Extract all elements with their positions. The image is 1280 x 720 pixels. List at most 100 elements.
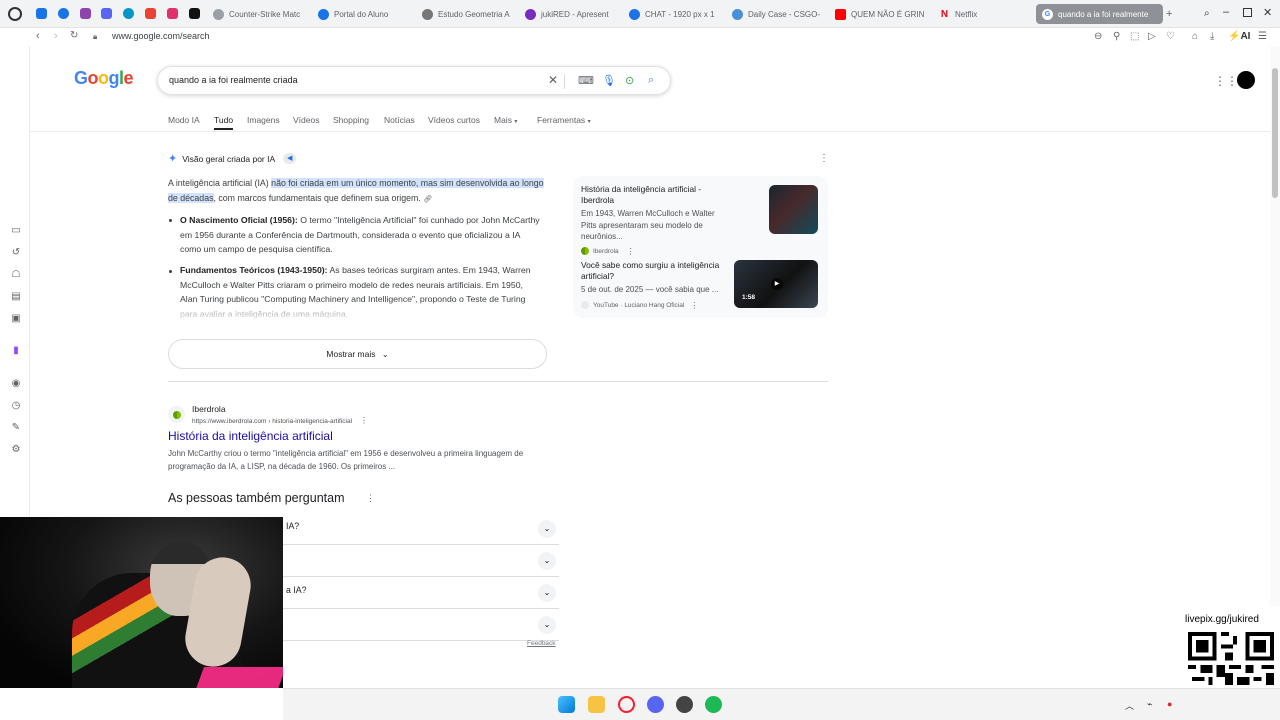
video-thumbnail[interactable]: ▶ 1:58 [734,260,818,308]
forward-icon[interactable]: › [54,30,58,42]
search-tabs-icon[interactable]: ⌕ [1204,8,1210,19]
file-explorer-icon[interactable] [588,696,605,713]
tray-network-icon[interactable]: ⌁ [1147,699,1152,710]
tab-tudo[interactable]: Tudo [214,115,233,125]
minimize-icon[interactable]: – [1223,6,1229,18]
chevron-down-icon: ⌄ [381,350,389,359]
maximize-icon[interactable] [1243,8,1252,17]
speaker-icon[interactable]: ◀ [283,153,297,164]
more-options-icon[interactable]: ⋮ [627,247,635,256]
clear-search-icon[interactable]: ✕ [548,73,558,87]
search-box[interactable]: quando a ia foi realmente criada ✕ ⌨ 🎙︎ … [157,66,671,95]
tab-videos[interactable]: Vídeos [293,115,319,125]
tab-modo-ia[interactable]: Modo IA [168,115,200,125]
tab-videos-curtos[interactable]: Vídeos curtos [428,115,480,125]
more-options-icon[interactable]: ⋮ [690,301,698,310]
history-icon[interactable]: ↺ [10,248,22,258]
bookmark-heart-icon[interactable]: ♡ [1166,31,1175,42]
browser-tab[interactable]: N Netflix [939,4,1031,24]
address-bar: ‹ › ↻ 🔒︎ www.google.com/search ⊖ ⚲ ⬚ ▷ ♡… [0,28,1280,46]
close-window-icon[interactable]: ✕ [1263,6,1272,19]
opera-menu-icon[interactable] [8,7,22,21]
pinned-tab-icon[interactable] [58,8,69,19]
player-icon[interactable]: ▷ [1148,31,1156,42]
browser-tab[interactable]: Counter-Strike Matc [213,4,305,24]
pinned-tab-icon[interactable] [167,8,178,19]
more-options-icon[interactable]: ⋮ [360,416,368,425]
source-card[interactable]: História da inteligência artificial - Ib… [581,184,731,256]
snapshot-icon[interactable]: ⬚ [1130,31,1139,42]
mail-icon[interactable]: ▤ [10,292,22,302]
pinned-tab-icon[interactable] [36,8,47,19]
windows-start-icon[interactable] [558,696,575,713]
search-icon[interactable]: ⌕ [648,74,654,87]
easy-setup-icon[interactable]: ☰ [1258,31,1267,42]
back-icon[interactable]: ‹ [36,30,40,42]
notion-icon[interactable]: ▣ [10,314,22,324]
feedback-link[interactable]: Feedback [527,640,556,647]
gaming-icon[interactable]: ▭ [10,226,22,236]
new-tab-icon[interactable]: + [1166,8,1172,20]
chevron-down-icon[interactable]: ⌄ [538,552,556,570]
tab-noticias[interactable]: Notícias [384,115,415,125]
browser-tab[interactable]: Estudo Geometria A [422,4,514,24]
tray-chevron-icon[interactable]: ︿ [1125,699,1134,712]
chevron-down-icon[interactable]: ⌄ [538,616,556,634]
result-url[interactable]: https://www.iberdrola.com › historia-int… [192,416,368,425]
github-taskbar-icon[interactable] [676,696,693,713]
google-logo[interactable]: Google [74,68,134,89]
wallet-icon[interactable]: ⌂ [1192,31,1198,42]
scroll-thumb[interactable] [1272,68,1278,198]
extensions-sidebar-icon[interactable]: ✎ [10,423,22,433]
tab-ferramentas[interactable]: Ferramentas ▾ [537,115,591,125]
pinned-tab-icon[interactable] [145,8,156,19]
discord-taskbar-icon[interactable] [647,696,664,713]
source-thumbnail[interactable] [769,185,818,234]
twitch-icon[interactable]: ▮ [10,346,22,356]
reload-icon[interactable]: ↻ [70,30,78,41]
pinned-tab-icon[interactable] [101,8,112,19]
browser-tab[interactable]: jukiRED - Apresent [525,4,617,24]
mic-icon[interactable]: 🎙︎ [602,74,616,87]
zoom-icon[interactable]: ⊖ [1094,31,1102,42]
video-duration: 1:58 [742,294,756,301]
result-site-name[interactable]: Iberdrola [192,404,226,414]
aria-ai-button[interactable]: ⚡AI [1228,31,1250,42]
play-icon[interactable]: ▶ [771,278,783,290]
browser-tab[interactable]: Daily Case - CSGO- [732,4,824,24]
page-scrollbar[interactable] [1270,46,1280,606]
browser-tab[interactable]: Portal do Aluno [318,4,410,24]
tab-mais[interactable]: Mais ▾ [494,115,517,125]
browser-tab[interactable]: QUEM NÃO É GRIN [835,4,927,24]
pinned-tab-icon[interactable] [80,8,91,19]
extension-icon[interactable]: ⚲ [1113,31,1120,42]
tab-shopping[interactable]: Shopping [333,115,369,125]
keyboard-icon[interactable]: ⌨ [578,74,594,87]
browser-tab[interactable]: CHAT - 1920 px x 1 [629,4,721,24]
clock-icon[interactable]: ◷ [10,401,22,411]
tab-favicon-icon [213,8,224,20]
player-sidebar-icon[interactable]: ◉ [10,379,22,389]
avatar[interactable] [1237,71,1255,89]
show-more-button[interactable]: Mostrar mais ⌄ [168,339,547,369]
pinned-tab-icon[interactable] [123,8,134,19]
tab-imagens[interactable]: Imagens [247,115,280,125]
url-field[interactable]: www.google.com/search [112,31,210,41]
tray-mic-icon[interactable]: ● [1167,699,1172,709]
chevron-down-icon[interactable]: ⌄ [538,520,556,538]
spotify-taskbar-icon[interactable] [705,696,722,713]
opera-taskbar-icon[interactable] [618,696,635,713]
link-icon[interactable]: 🔗︎ [423,196,432,203]
chevron-down-icon[interactable]: ⌄ [538,584,556,602]
download-icon[interactable]: ⤓ [1210,31,1214,42]
browser-tab-active[interactable]: Gquando a ia foi realmente [1036,4,1163,24]
robot-icon[interactable]: ☖ [10,270,22,280]
search-input[interactable]: quando a ia foi realmente criada [169,75,298,85]
more-options-icon[interactable]: ⋮ [819,153,829,164]
pinned-tab-icon[interactable] [189,8,200,19]
source-card[interactable]: Você sabe como surgiu a inteligência art… [581,260,731,310]
settings-icon[interactable]: ⚙ [10,445,22,455]
more-options-icon[interactable]: ⋮ [366,493,375,504]
result-title-link[interactable]: História da inteligência artificial [168,429,333,443]
lens-icon[interactable]: ⊙ [625,74,634,87]
